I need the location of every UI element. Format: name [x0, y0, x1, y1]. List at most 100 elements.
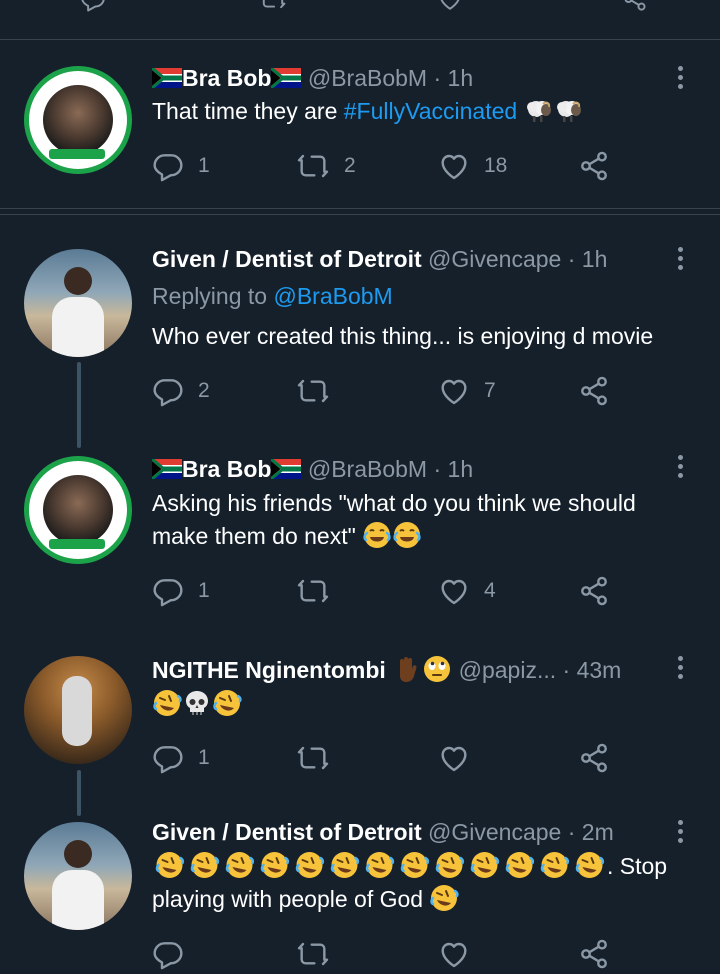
like-icon — [438, 150, 470, 182]
rofl-emoji — [572, 850, 607, 880]
timestamp[interactable]: 1h — [582, 246, 608, 272]
sheep-emoji — [524, 95, 554, 125]
retweet-button[interactable] — [296, 571, 344, 611]
user-handle[interactable]: @BraBobM — [308, 65, 427, 91]
more-icon[interactable] — [670, 247, 690, 273]
tweet-actions — [152, 934, 632, 974]
tweet-text-line-1: Asking his friends "what do you think we… — [152, 490, 636, 516]
tweet-actions: 1 4 — [152, 571, 632, 611]
timestamp[interactable]: 1h — [448, 456, 474, 482]
reply-button[interactable]: 1 — [152, 146, 210, 186]
tweet-actions: 1 — [152, 738, 632, 778]
timestamp[interactable]: 1h — [448, 65, 474, 91]
share-button[interactable] — [578, 738, 610, 778]
reply-button[interactable]: 1 — [152, 738, 210, 778]
like-icon — [438, 375, 470, 407]
tweet-card[interactable]: Given / Dentist of Detroit @Givencape · … — [0, 243, 720, 433]
share-button[interactable] — [578, 571, 610, 611]
retweet-icon — [296, 150, 330, 182]
share-button[interactable] — [578, 934, 610, 974]
reply-button[interactable]: 1 — [152, 571, 210, 611]
tweet-header: Given / Dentist of Detroit @Givencape · … — [152, 816, 614, 848]
reply-count: 1 — [198, 154, 210, 177]
reply-count: 2 — [198, 379, 210, 402]
replying-to: Replying to @BraBobM — [152, 280, 393, 313]
avatar[interactable] — [24, 456, 132, 564]
like-button[interactable] — [438, 934, 470, 974]
tweet-text-line-1: . Stop — [152, 850, 667, 883]
raised-hand-emoji — [392, 654, 422, 684]
rofl-emoji — [397, 850, 432, 880]
sheep-emoji — [554, 95, 584, 125]
tweet-actions: 2 7 — [152, 371, 632, 411]
share-button[interactable] — [578, 371, 610, 411]
tweet-text-part: make them do next" — [152, 523, 356, 549]
tweet-card[interactable]: NGITHE Nginentombi @papiz... · 43m 1 — [0, 652, 720, 802]
tweet-header: Bra Bob @BraBobM · 1h — [152, 453, 473, 485]
display-name[interactable]: Bra Bob — [182, 456, 271, 482]
retweet-icon — [296, 575, 330, 607]
rofl-emoji-row — [152, 853, 607, 879]
tweet-text-line-2: make them do next" — [152, 520, 422, 553]
more-icon[interactable] — [670, 66, 690, 92]
rofl-emoji — [467, 850, 502, 880]
eye-roll-emoji — [422, 654, 452, 684]
timestamp[interactable]: 43m — [577, 657, 622, 683]
rofl-emoji — [257, 850, 292, 880]
like-button[interactable] — [438, 738, 484, 778]
tweet-card[interactable]: Bra Bob @BraBobM · 1h That time they are… — [0, 60, 720, 210]
like-icon[interactable] — [437, 0, 463, 12]
separator-dot: · — [433, 65, 442, 91]
user-handle[interactable]: @Givencape — [428, 246, 561, 272]
like-count: 4 — [484, 579, 496, 602]
separator-dot: · — [567, 246, 576, 272]
more-icon[interactable] — [670, 455, 690, 481]
more-icon[interactable] — [670, 656, 690, 682]
hashtag-link[interactable]: #FullyVaccinated — [344, 98, 517, 124]
sa-flag-icon — [271, 68, 301, 88]
avatar[interactable] — [24, 66, 132, 174]
timestamp[interactable]: 2m — [582, 819, 614, 845]
retweet-button[interactable]: 2 — [296, 146, 356, 186]
user-handle[interactable]: @Givencape — [428, 819, 561, 845]
reply-button[interactable] — [152, 934, 184, 974]
display-name[interactable]: NGITHE Nginentombi — [152, 657, 386, 683]
tweet-text-part: That time they are — [152, 98, 344, 124]
avatar[interactable] — [24, 822, 132, 930]
retweet-button[interactable] — [296, 371, 344, 411]
reply-button[interactable]: 2 — [152, 371, 210, 411]
share-icon[interactable] — [622, 0, 648, 12]
replying-label: Replying to — [152, 283, 274, 309]
display-name[interactable]: Bra Bob — [182, 65, 271, 91]
tweet-card[interactable]: Given / Dentist of Detroit @Givencape · … — [0, 816, 720, 943]
tweet-actions: 1 2 18 — [152, 146, 632, 186]
avatar[interactable] — [24, 249, 132, 357]
joy-emoji — [392, 520, 422, 550]
like-button[interactable]: 18 — [438, 146, 507, 186]
like-button[interactable]: 4 — [438, 571, 496, 611]
mention-link[interactable]: @BraBobM — [273, 283, 392, 309]
separator-dot: · — [567, 819, 576, 845]
reply-icon[interactable] — [80, 0, 106, 12]
rofl-emoji — [212, 688, 242, 718]
divider — [0, 208, 720, 209]
rofl-emoji — [292, 850, 327, 880]
tweet-card[interactable]: Bra Bob @BraBobM · 1h Asking his friends… — [0, 451, 720, 621]
display-name[interactable]: Given / Dentist of Detroit — [152, 246, 422, 272]
reply-icon — [152, 575, 184, 607]
tweet-header: Bra Bob @BraBobM · 1h — [152, 62, 473, 94]
display-name[interactable]: Given / Dentist of Detroit — [152, 819, 422, 845]
retweet-button[interactable] — [296, 934, 330, 974]
like-button[interactable]: 7 — [438, 371, 496, 411]
user-handle[interactable]: @BraBobM — [308, 456, 427, 482]
share-button[interactable] — [578, 146, 610, 186]
retweet-button[interactable] — [296, 738, 344, 778]
share-icon — [578, 575, 610, 607]
retweet-icon[interactable] — [258, 0, 288, 12]
more-icon[interactable] — [670, 820, 690, 846]
user-handle[interactable]: @papiz... — [459, 657, 557, 683]
tweet-header: Given / Dentist of Detroit @Givencape · … — [152, 243, 607, 275]
avatar[interactable] — [24, 656, 132, 764]
tweet-text-part: playing with people of God — [152, 886, 424, 912]
sa-flag-icon — [152, 459, 182, 479]
